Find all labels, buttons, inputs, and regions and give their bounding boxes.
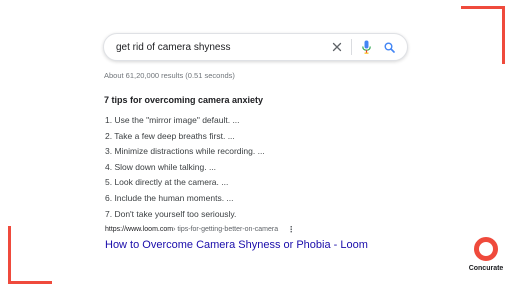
result-title-link[interactable]: How to Overcome Camera Shyness or Phobia… xyxy=(105,239,368,251)
corner-bracket-bottom-left xyxy=(8,226,11,284)
corner-bracket-top-right xyxy=(502,6,505,64)
featured-snippet-list: 1. Use the "mirror image" default. ... 2… xyxy=(105,113,265,222)
list-item: 6. Include the human moments. ... xyxy=(105,192,234,203)
search-bar[interactable]: get rid of camera shyness xyxy=(103,33,408,61)
more-vert-icon[interactable]: ⋮ xyxy=(287,225,295,234)
search-icon[interactable] xyxy=(379,37,399,57)
list-item: 4. Slow down while talking. ... xyxy=(105,161,217,172)
microphone-icon[interactable] xyxy=(356,37,376,57)
corner-bracket-top-right xyxy=(461,6,505,9)
concurate-logo: Concurate xyxy=(466,236,506,272)
list-item: 5. Look directly at the camera. ... xyxy=(105,177,229,188)
list-item: 7. Don't take yourself too seriously. xyxy=(105,208,237,219)
corner-bracket-bottom-left xyxy=(8,281,52,284)
search-divider xyxy=(351,39,352,55)
list-item: 3. Minimize distractions while recording… xyxy=(105,146,265,157)
list-item: 1. Use the "mirror image" default. ... xyxy=(105,115,240,125)
search-input[interactable]: get rid of camera shyness xyxy=(104,42,327,53)
result-url-row: https://www.loom.com › tips-for-getting-… xyxy=(105,225,295,234)
result-breadcrumb: › tips-for-getting-better-on-camera xyxy=(173,226,279,233)
logo-text: Concurate xyxy=(468,265,504,272)
result-url[interactable]: https://www.loom.com xyxy=(105,226,173,233)
list-item: 2. Take a few deep breaths first. ... xyxy=(105,130,235,141)
results-stats: About 61,20,000 results (0.51 seconds) xyxy=(104,71,235,80)
clear-icon[interactable] xyxy=(327,37,347,57)
logo-ring-icon xyxy=(473,236,499,262)
featured-snippet-title: 7 tips for overcoming camera anxiety xyxy=(104,95,264,105)
